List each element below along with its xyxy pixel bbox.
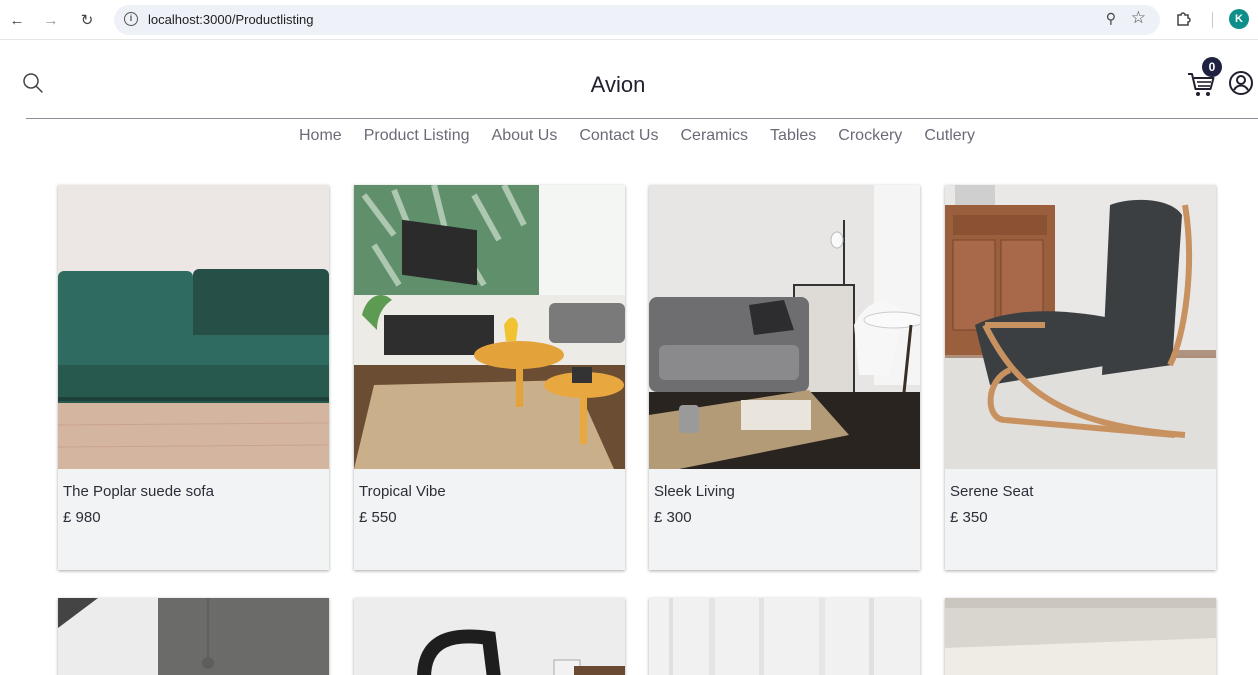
product-image-armchair[interactable]: [945, 185, 1216, 469]
browser-toolbar: ← → ↻ i localhost:3000/Productlisting ⚲ …: [0, 0, 1258, 40]
nav-crockery[interactable]: Crockery: [838, 127, 902, 149]
product-card[interactable]: Sleek Living £ 300: [649, 185, 920, 570]
back-arrow-icon[interactable]: ←: [6, 9, 28, 31]
url-text[interactable]: localhost:3000/Productlisting: [148, 12, 314, 27]
product-image-living-room[interactable]: [354, 185, 625, 469]
profile-avatar[interactable]: K: [1229, 9, 1249, 29]
product-card[interactable]: Tropical Vibe £ 550: [354, 185, 625, 570]
bookmark-star-icon[interactable]: ☆: [1131, 8, 1146, 28]
cart-count-badge: 0: [1202, 57, 1222, 77]
reload-icon[interactable]: ↻: [76, 9, 98, 31]
product-card[interactable]: [649, 598, 920, 675]
product-card[interactable]: The Poplar suede sofa £ 980: [58, 185, 329, 570]
nav-contact-us[interactable]: Contact Us: [579, 127, 658, 149]
product-image[interactable]: [354, 598, 625, 675]
product-price: £ 550: [359, 509, 397, 526]
product-name[interactable]: The Poplar suede sofa: [63, 483, 214, 500]
product-card[interactable]: Serene Seat £ 350: [945, 185, 1216, 570]
product-name[interactable]: Sleek Living: [654, 483, 735, 500]
product-image-grey-sofa[interactable]: [649, 185, 920, 469]
nav-about-us[interactable]: About Us: [492, 127, 558, 149]
product-card[interactable]: [354, 598, 625, 675]
toolbar-divider: [1212, 12, 1213, 28]
product-price: £ 350: [950, 509, 988, 526]
nav-ceramics[interactable]: Ceramics: [680, 127, 748, 149]
product-image[interactable]: [58, 598, 329, 675]
product-image-sofa[interactable]: [58, 185, 329, 469]
nav-cutlery[interactable]: Cutlery: [924, 127, 975, 149]
product-card[interactable]: [58, 598, 329, 675]
main-nav: Home Product Listing About Us Contact Us…: [0, 127, 1258, 149]
product-card[interactable]: [945, 598, 1216, 675]
site-info-icon[interactable]: i: [124, 12, 138, 26]
product-name[interactable]: Tropical Vibe: [359, 483, 446, 500]
product-price: £ 980: [63, 509, 101, 526]
extensions-puzzle-icon[interactable]: [1174, 9, 1194, 29]
nav-product-listing[interactable]: Product Listing: [364, 127, 470, 149]
site-header: Avion: [0, 44, 1258, 118]
header-divider: [26, 118, 1258, 119]
zoom-icon[interactable]: ⚲: [1106, 10, 1116, 27]
product-price: £ 300: [654, 509, 692, 526]
user-account-icon[interactable]: [1228, 70, 1254, 96]
product-image[interactable]: [945, 598, 1216, 675]
brand-logo[interactable]: Avion: [0, 72, 1236, 98]
forward-arrow-icon[interactable]: →: [40, 9, 62, 31]
nav-tables[interactable]: Tables: [770, 127, 816, 149]
product-name[interactable]: Serene Seat: [950, 483, 1033, 500]
nav-home[interactable]: Home: [299, 127, 342, 149]
address-bar[interactable]: i localhost:3000/Productlisting ⚲ ☆: [114, 5, 1160, 35]
product-image[interactable]: [649, 598, 920, 675]
